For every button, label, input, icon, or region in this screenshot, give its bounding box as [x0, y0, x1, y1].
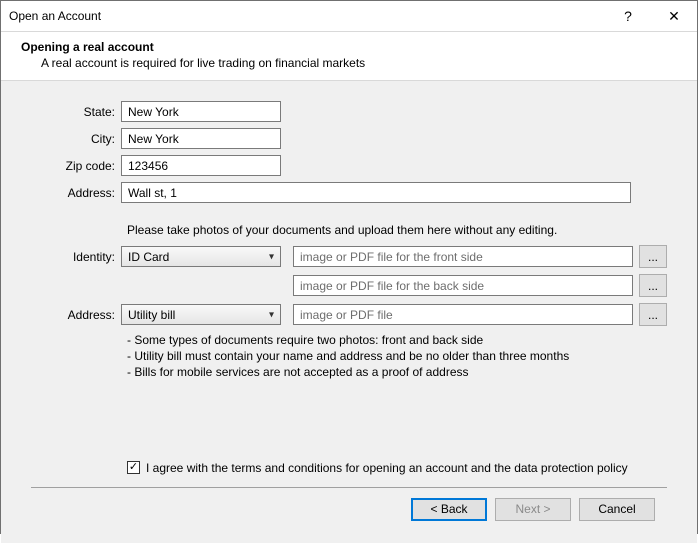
state-input[interactable]: [121, 101, 281, 122]
city-label: City:: [31, 132, 121, 146]
address-doc-select[interactable]: Utility bill ▾: [121, 304, 281, 325]
close-button[interactable]: ✕: [651, 1, 697, 31]
content-area: State: City: Zip code: Address: Please t…: [1, 81, 697, 543]
address-input[interactable]: [121, 182, 631, 203]
dialog-window: Open an Account ? ✕ Opening a real accou…: [0, 0, 698, 534]
identity-select-value: ID Card: [128, 250, 169, 264]
address-doc-browse-button[interactable]: ...: [639, 303, 667, 326]
back-button[interactable]: < Back: [411, 498, 487, 521]
hint-line-2: - Utility bill must contain your name an…: [127, 348, 667, 364]
identity-label: Identity:: [31, 250, 121, 264]
identity-back-row: image or PDF file for the back side ...: [31, 274, 667, 297]
chevron-down-icon: ▾: [269, 309, 274, 320]
page-subtitle: A real account is required for live trad…: [13, 54, 685, 70]
identity-select[interactable]: ID Card ▾: [121, 246, 281, 267]
identity-back-file[interactable]: image or PDF file for the back side: [293, 275, 633, 296]
address-doc-row: Address: Utility bill ▾ image or PDF fil…: [31, 303, 667, 326]
identity-front-browse-button[interactable]: ...: [639, 245, 667, 268]
page-title: Opening a real account: [13, 40, 685, 54]
zip-row: Zip code:: [31, 155, 667, 176]
cancel-button[interactable]: Cancel: [579, 498, 655, 521]
help-icon: ?: [624, 8, 632, 24]
state-row: State:: [31, 101, 667, 122]
identity-row: Identity: ID Card ▾ image or PDF file fo…: [31, 245, 667, 268]
footer-buttons: < Back Next > Cancel: [31, 498, 667, 533]
zip-input[interactable]: [121, 155, 281, 176]
agree-text: I agree with the terms and conditions fo…: [146, 461, 628, 475]
hints-block: - Some types of documents require two ph…: [31, 332, 667, 381]
address-doc-file[interactable]: image or PDF file: [293, 304, 633, 325]
window-title: Open an Account: [9, 9, 605, 23]
identity-front-file[interactable]: image or PDF file for the front side: [293, 246, 633, 267]
footer-divider: [31, 487, 667, 488]
address-row: Address:: [31, 182, 667, 203]
close-icon: ✕: [668, 8, 680, 25]
zip-label: Zip code:: [31, 159, 121, 173]
chevron-down-icon: ▾: [269, 251, 274, 262]
city-input[interactable]: [121, 128, 281, 149]
agree-checkbox[interactable]: ✓: [127, 461, 140, 474]
header-banner: Opening a real account A real account is…: [1, 31, 697, 81]
next-button[interactable]: Next >: [495, 498, 571, 521]
address-label: Address:: [31, 186, 121, 200]
agree-row: ✓ I agree with the terms and conditions …: [31, 461, 667, 475]
state-label: State:: [31, 105, 121, 119]
address-doc-select-value: Utility bill: [128, 308, 175, 322]
check-icon: ✓: [129, 462, 138, 473]
titlebar: Open an Account ? ✕: [1, 1, 697, 31]
hint-line-1: - Some types of documents require two ph…: [127, 332, 667, 348]
city-row: City:: [31, 128, 667, 149]
help-button[interactable]: ?: [605, 1, 651, 31]
hint-line-3: - Bills for mobile services are not acce…: [127, 364, 667, 380]
address-doc-label: Address:: [31, 308, 121, 322]
upload-notice: Please take photos of your documents and…: [31, 223, 667, 237]
identity-back-browse-button[interactable]: ...: [639, 274, 667, 297]
